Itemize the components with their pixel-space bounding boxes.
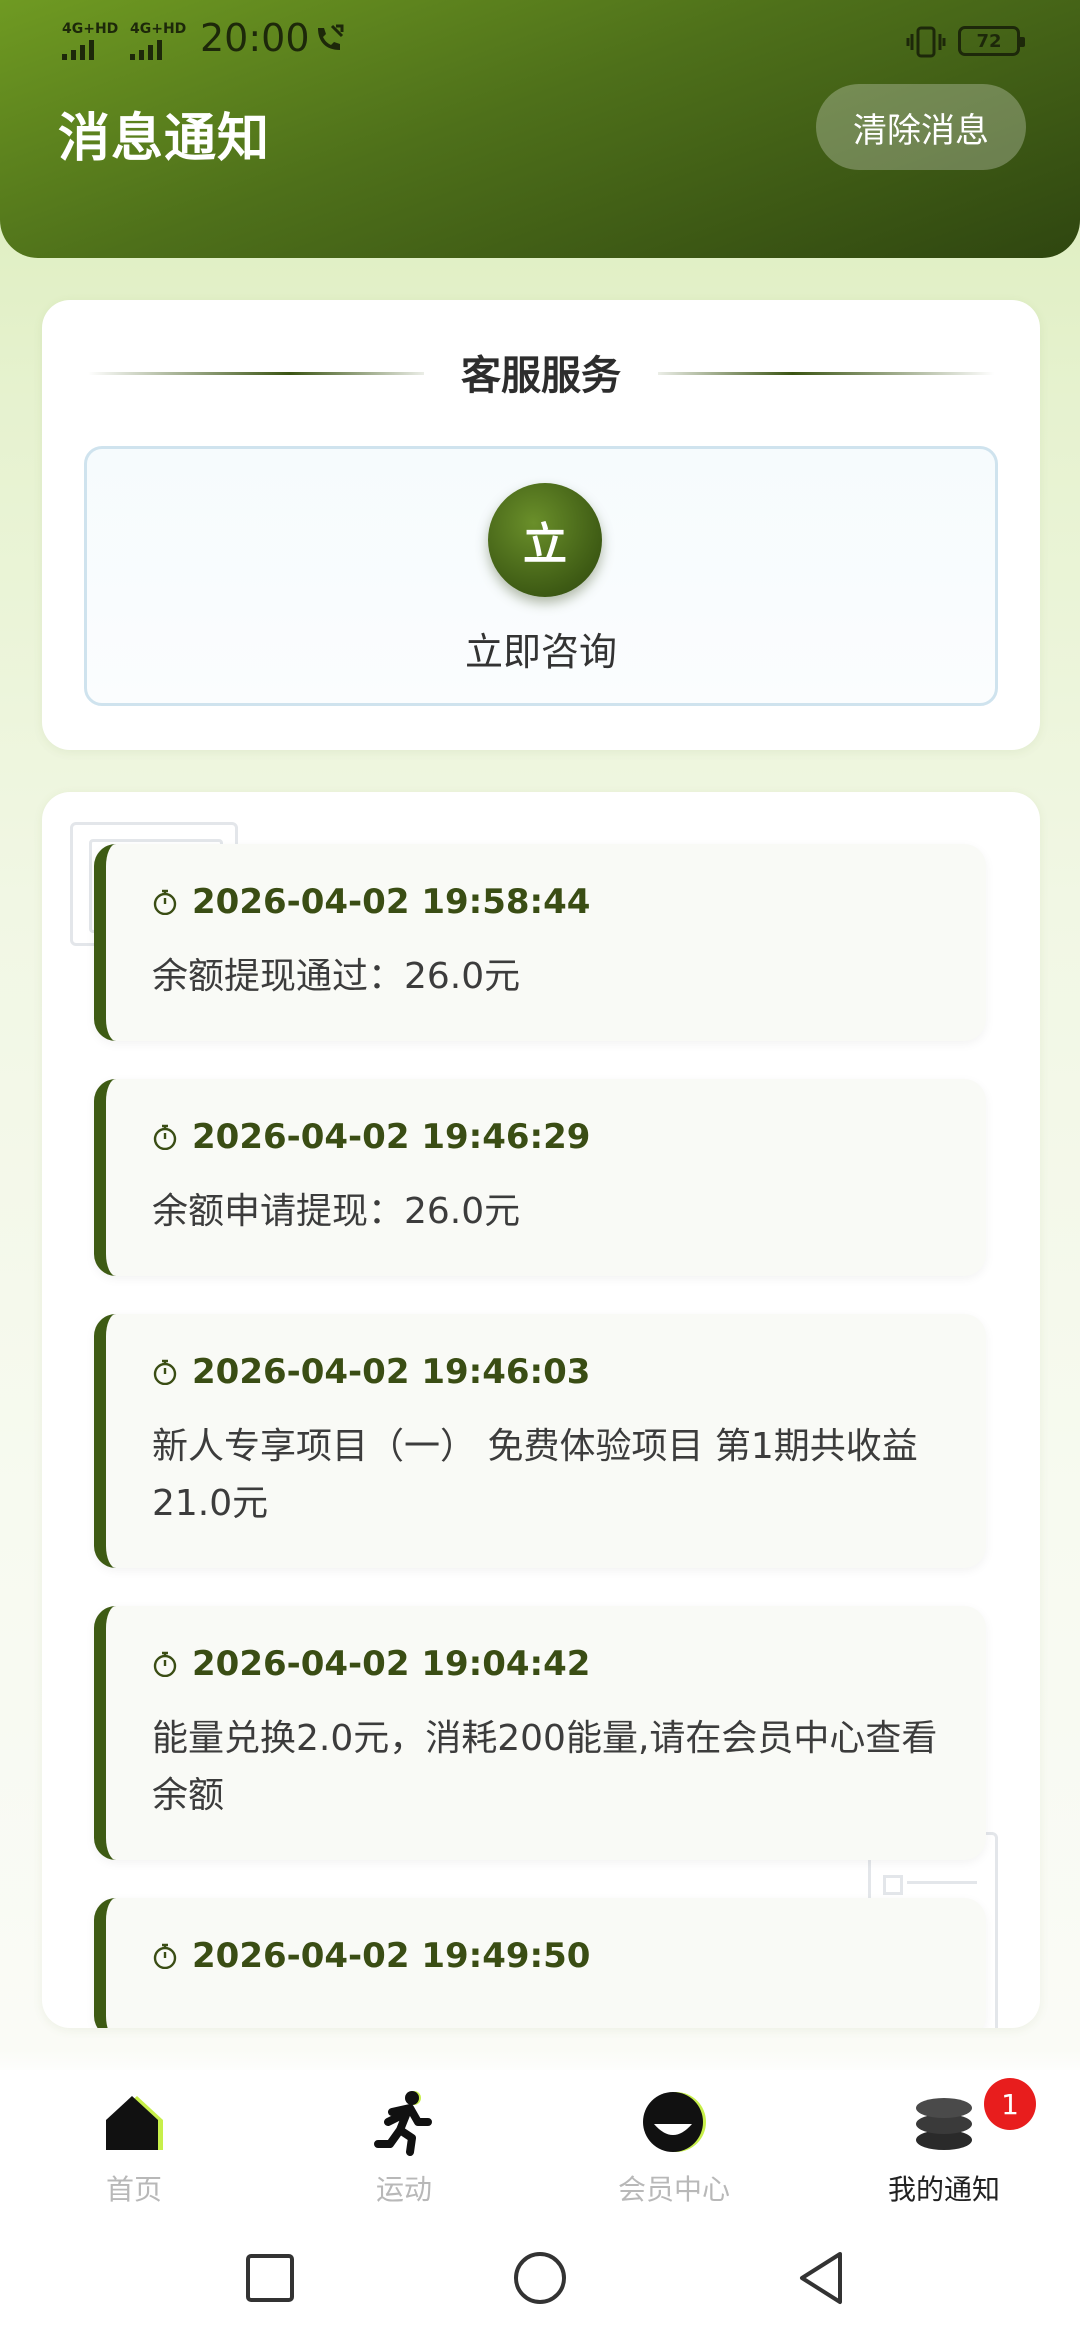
- message-time-text: 2026-04-02 19:49:50: [192, 1936, 591, 1976]
- member-icon: [643, 2092, 706, 2152]
- stopwatch-icon: [153, 1651, 177, 1677]
- message-text: 新人专享项目（一） 免费体验项目 第1期共收益21.0元: [152, 1426, 918, 1524]
- stopwatch-icon: [153, 1943, 177, 1969]
- divider-line-left: [88, 372, 424, 375]
- tab-member-center[interactable]: 会员中心: [574, 2080, 774, 2210]
- message-timestamp: 2026-04-02 19:46:29: [152, 1117, 946, 1157]
- home-icon: [106, 2096, 163, 2150]
- message-list: 2026-04-02 19:58:44 余额提现通过：26.0元 2026-04…: [94, 844, 986, 2028]
- customer-service-card: 客服服务 立 立即咨询: [42, 300, 1040, 750]
- message-item[interactable]: 2026-04-02 19:46:03 新人专享项目（一） 免费体验项目 第1期…: [94, 1314, 986, 1568]
- message-time-text: 2026-04-02 19:46:29: [192, 1117, 591, 1157]
- battery-level: 72: [976, 30, 1002, 52]
- consult-now-button[interactable]: 立 立即咨询: [84, 446, 998, 706]
- notification-stack-icon: [916, 2098, 972, 2150]
- message-item[interactable]: 2026-04-02 19:04:42 能量兑换2.0元，消耗200能量,请在会…: [94, 1606, 986, 1860]
- tab-label: 我的通知: [887, 2173, 1000, 2206]
- divider-line-right: [658, 372, 994, 375]
- running-icon: [374, 2091, 432, 2156]
- tab-label: 运动: [375, 2173, 432, 2206]
- system-navigation-bar: [0, 2220, 1080, 2340]
- status-bar: 4G+HD 4G+HD 20:00 72: [0, 0, 1080, 80]
- message-item[interactable]: 2026-04-02 19:49:50: [94, 1898, 986, 2028]
- message-text: 余额提现通过：26.0元: [152, 956, 521, 997]
- consult-label: 立即咨询: [464, 630, 617, 674]
- clock-time: 20:00: [200, 16, 310, 60]
- battery-icon: 72: [958, 26, 1025, 56]
- message-text: 能量兑换2.0元，消耗200能量,请在会员中心查看余额: [152, 1718, 938, 1816]
- bottom-tab-bar: 首页 运动 会员中心 1 我的通知: [0, 2070, 1080, 2220]
- message-list-card[interactable]: 2026-04-02 19:58:44 余额提现通过：26.0元 2026-04…: [42, 792, 1040, 2028]
- header-bar: 4G+HD 4G+HD 20:00 72 消息通知 清除消息: [0, 0, 1080, 258]
- signal-icon-sim1: 4G+HD: [62, 22, 118, 60]
- unread-badge: 1: [984, 2078, 1036, 2130]
- message-time-text: 2026-04-02 19:46:03: [192, 1352, 591, 1392]
- page-title: 消息通知: [58, 109, 271, 169]
- tab-label: 会员中心: [617, 2173, 730, 2206]
- message-timestamp: 2026-04-02 19:49:50: [152, 1936, 946, 1976]
- back-triangle-icon[interactable]: [792, 2248, 852, 2308]
- stopwatch-icon: [153, 889, 177, 915]
- wifi-call-icon: [318, 24, 344, 50]
- message-time-text: 2026-04-02 19:58:44: [192, 882, 591, 922]
- signal-icon-sim2: 4G+HD: [130, 22, 186, 60]
- stopwatch-icon: [153, 1359, 177, 1385]
- vibrate-icon: [906, 26, 946, 58]
- message-text: 余额申请提现：26.0元: [152, 1191, 521, 1232]
- section-header: 客服服务: [42, 342, 1040, 402]
- tab-sport[interactable]: 运动: [304, 2080, 504, 2210]
- message-timestamp: 2026-04-02 19:58:44: [152, 882, 946, 922]
- stopwatch-icon: [153, 1124, 177, 1150]
- section-title: 客服服务: [461, 353, 621, 399]
- home-circle-icon[interactable]: [510, 2248, 570, 2308]
- consult-icon: 立: [488, 483, 602, 597]
- tab-label: 首页: [105, 2173, 162, 2206]
- message-item[interactable]: 2026-04-02 19:58:44 余额提现通过：26.0元: [94, 844, 986, 1041]
- network-type-1: 4G+HD: [62, 21, 119, 37]
- message-timestamp: 2026-04-02 19:04:42: [152, 1644, 946, 1684]
- message-time-text: 2026-04-02 19:04:42: [192, 1644, 591, 1684]
- message-timestamp: 2026-04-02 19:46:03: [152, 1352, 946, 1392]
- message-item[interactable]: 2026-04-02 19:46:29 余额申请提现：26.0元: [94, 1079, 986, 1276]
- clear-messages-button[interactable]: 清除消息: [816, 84, 1026, 170]
- network-type-2: 4G+HD: [130, 21, 187, 37]
- recent-apps-icon[interactable]: [240, 2248, 300, 2308]
- tab-home[interactable]: 首页: [34, 2080, 234, 2210]
- tab-my-notifications[interactable]: 1 我的通知: [844, 2078, 1044, 2210]
